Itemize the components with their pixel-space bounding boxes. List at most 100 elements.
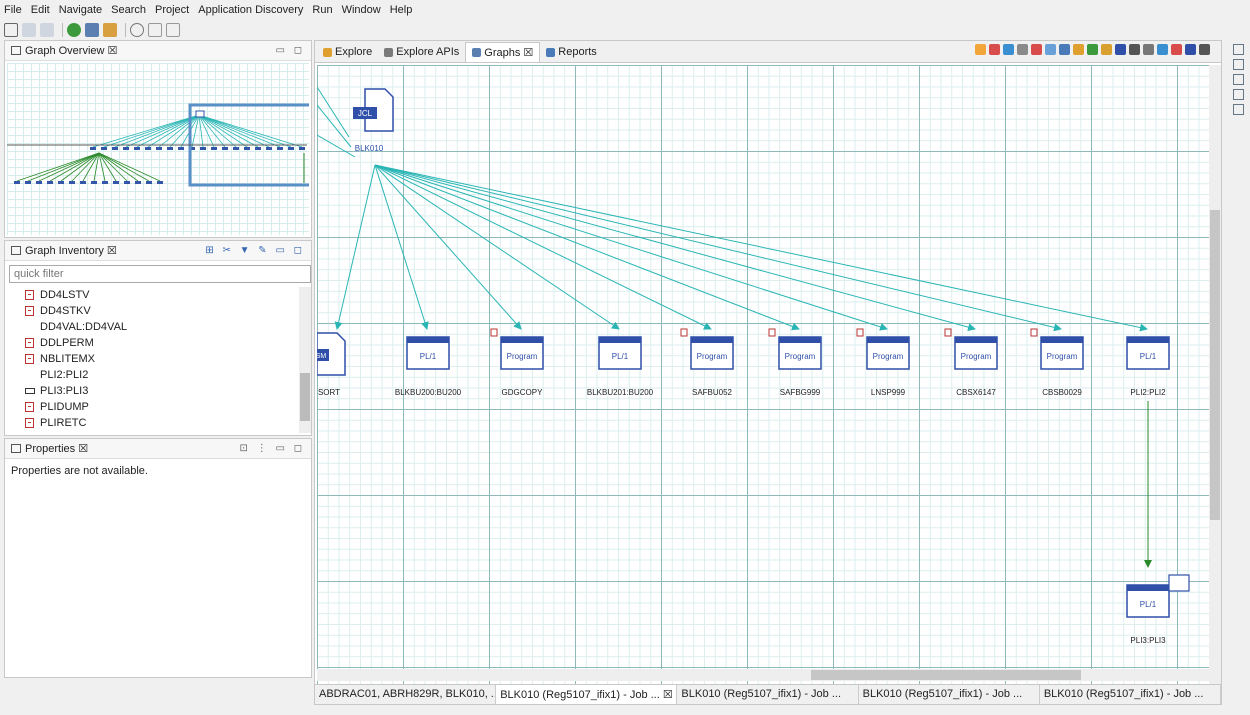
graph-vertical-scrollbar-thumb[interactable] <box>1210 210 1220 520</box>
dependency-edge[interactable] <box>374 164 888 331</box>
dependency-edge[interactable] <box>317 104 352 148</box>
dependency-edge[interactable] <box>317 134 356 158</box>
link-badge-icon[interactable] <box>1168 574 1190 592</box>
graph-tool-icon[interactable] <box>1087 44 1098 55</box>
inventory-item[interactable]: PLI2:PLI2 <box>25 367 295 383</box>
graph-node-root[interactable]: JCL BLK010 <box>353 88 394 153</box>
graph-tool-icon[interactable] <box>1045 44 1056 55</box>
dependency-edge[interactable] <box>374 164 1062 332</box>
properties-controls[interactable]: ⊡ ⋮ ▭ ◻ <box>240 443 305 454</box>
menu-file[interactable]: File <box>4 4 22 16</box>
graph-node[interactable]: Program CBSX6147 <box>954 336 998 397</box>
graph-node-type: Program <box>785 352 816 361</box>
save-icon[interactable] <box>22 23 36 37</box>
forward-icon[interactable] <box>166 23 180 37</box>
graph-tool-icon[interactable] <box>1157 44 1168 55</box>
inventory-item[interactable]: PLI3:PLI3 <box>25 383 295 399</box>
build-icon[interactable] <box>103 23 117 37</box>
graph-node-type: Program <box>1047 352 1078 361</box>
graph-tool-icon[interactable] <box>1017 44 1028 55</box>
inventory-item[interactable]: PLIRETC <box>25 415 295 431</box>
graph-tool-icon[interactable] <box>1143 44 1154 55</box>
outline-icon[interactable] <box>1232 44 1244 55</box>
dependency-edge[interactable] <box>374 164 976 332</box>
dependency-edge[interactable] <box>374 164 800 331</box>
search-icon[interactable] <box>130 23 144 37</box>
graph-node[interactable]: PL/1 BLKBU201:BU200 <box>587 336 654 397</box>
graph-tool-icon[interactable] <box>1073 44 1084 55</box>
graph-tool-icon[interactable] <box>1185 44 1196 55</box>
inventory-item[interactable]: NBLITEMX <box>25 351 295 367</box>
graph-horizontal-scrollbar-thumb[interactable] <box>811 670 1081 680</box>
dependency-edge[interactable] <box>374 164 1148 332</box>
quick-filter-input[interactable] <box>9 265 311 283</box>
inventory-item[interactable]: DD4VAL:DD4VAL <box>25 319 295 335</box>
tab-explore-apis[interactable]: Explore APIs <box>378 42 465 62</box>
hierarchy-icon[interactable] <box>1232 59 1244 70</box>
inventory-toolbar[interactable]: ⊞ ✂ ▼ ✎ ▭ ◻ <box>205 245 305 256</box>
graph-node-child[interactable]: PL/1 PLI3:PLI3 <box>1126 584 1170 645</box>
graph-tool-icon[interactable] <box>1059 44 1070 55</box>
menu-help[interactable]: Help <box>390 4 413 16</box>
dependency-edge[interactable] <box>317 86 350 138</box>
inventory-scrollbar-thumb[interactable] <box>300 373 310 421</box>
graph-node[interactable]: Program LNSP999 <box>866 336 910 397</box>
graph-tool-icon[interactable] <box>1101 44 1112 55</box>
overview-node <box>80 181 86 184</box>
graph-node[interactable]: PL/1 BLKBU200:BU200 <box>395 336 462 397</box>
problems-icon[interactable] <box>1232 104 1244 115</box>
minimize-maximize-controls[interactable]: ▭ ◻ <box>275 45 305 56</box>
tab-reports[interactable]: Reports <box>540 42 603 62</box>
inventory-item[interactable]: DD4STKV <box>25 303 295 319</box>
graph-node[interactable]: Program CBSB0029 <box>1040 336 1084 397</box>
dependency-edge[interactable] <box>374 164 620 330</box>
graph-node-label: PLI2:PLI2 <box>1130 388 1166 397</box>
tab-graphs[interactable]: Graphs ☒ <box>465 42 541 62</box>
graph-tool-icon[interactable] <box>989 44 1000 55</box>
inventory-item[interactable]: DD4LSTV <box>25 287 295 303</box>
menu-navigate[interactable]: Navigate <box>59 4 102 16</box>
graph-node[interactable]: Program SAFBU052 <box>690 336 734 397</box>
graph-node[interactable]: Program SAFBG999 <box>778 336 822 397</box>
graph-tool-icon[interactable] <box>1199 44 1210 55</box>
tab-explore[interactable]: Explore <box>317 42 378 62</box>
graph-node[interactable]: SM SORT <box>317 332 346 397</box>
graph-overview-canvas[interactable] <box>7 63 314 235</box>
graph-vertical-scrollbar[interactable] <box>1209 65 1221 693</box>
menu-window[interactable]: Window <box>342 4 381 16</box>
document-tab[interactable]: ABDRAC01, ABRH829R, BLK010, ... <box>315 685 497 704</box>
graph-canvas[interactable]: JCL BLK010 SM SORT PL/1 BLKBU200:BU200 Program… <box>317 65 1210 689</box>
inventory-item[interactable]: DDLPERM <box>25 335 295 351</box>
menu-application-discovery[interactable]: Application Discovery <box>198 4 303 16</box>
menu-run[interactable]: Run <box>312 4 332 16</box>
document-tab[interactable]: BLK010 (Reg5107_ifix1) - Job ... <box>859 685 1040 704</box>
document-tab[interactable]: BLK010 (Reg5107_ifix1) - Job ... ☒ <box>496 685 678 704</box>
graph-tool-icon[interactable] <box>1171 44 1182 55</box>
graph-horizontal-scrollbar[interactable] <box>317 669 1211 681</box>
graph-tool-icon[interactable] <box>1129 44 1140 55</box>
save-all-icon[interactable] <box>40 23 54 37</box>
inventory-scrollbar[interactable] <box>299 287 311 433</box>
tasks-icon[interactable] <box>1232 74 1244 85</box>
dependency-edge[interactable] <box>374 164 522 330</box>
graph-node[interactable]: Program GDGCOPY <box>500 336 544 397</box>
graph-icon[interactable] <box>85 23 99 37</box>
graph-tool-icon[interactable] <box>1115 44 1126 55</box>
debug-icon[interactable] <box>67 23 81 37</box>
dependency-edge[interactable] <box>374 164 429 330</box>
graph-tool-icon[interactable] <box>975 44 986 55</box>
menu-search[interactable]: Search <box>111 4 146 16</box>
inventory-item[interactable]: PLIDUMP <box>25 399 295 415</box>
menu-edit[interactable]: Edit <box>31 4 50 16</box>
graph-tool-icon[interactable] <box>1031 44 1042 55</box>
graph-node[interactable]: PL/1 PLI2:PLI2 <box>1126 336 1170 397</box>
dependency-edge[interactable] <box>374 164 712 330</box>
document-tab[interactable]: BLK010 (Reg5107_ifix1) - Job ... <box>1040 685 1222 704</box>
dependency-edge[interactable] <box>334 164 376 330</box>
document-tab[interactable]: BLK010 (Reg5107_ifix1) - Job ... <box>677 685 859 704</box>
console-icon[interactable] <box>1232 89 1244 100</box>
menu-project[interactable]: Project <box>155 4 189 16</box>
graph-tool-icon[interactable] <box>1003 44 1014 55</box>
new-icon[interactable] <box>4 23 18 37</box>
back-icon[interactable] <box>148 23 162 37</box>
